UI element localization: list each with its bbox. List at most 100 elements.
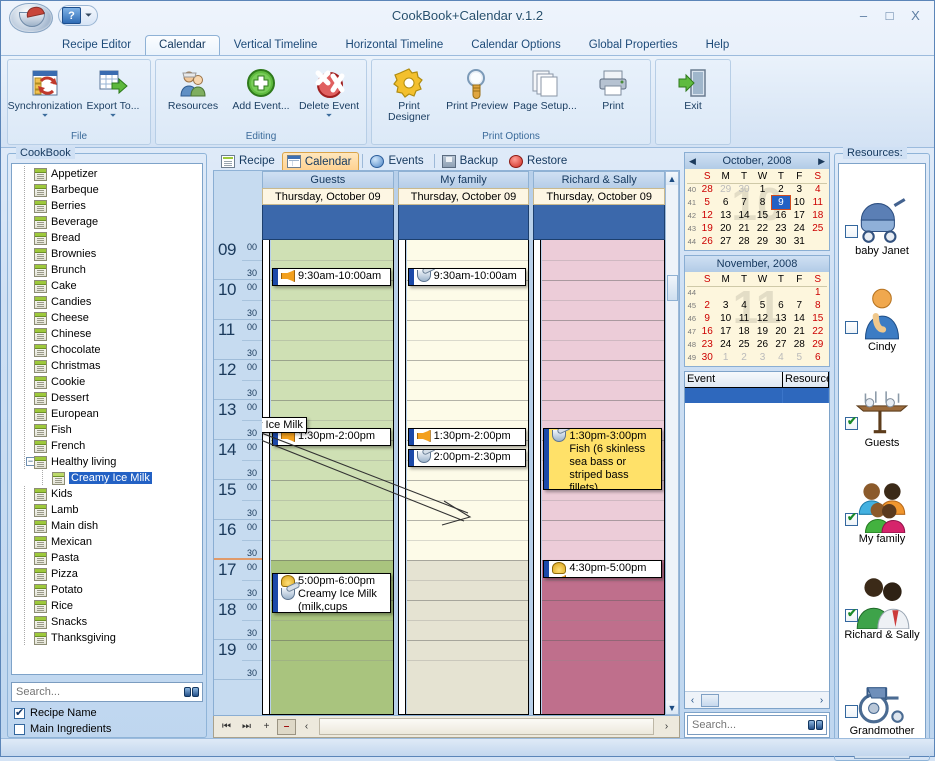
event-column-header[interactable]: Event — [685, 372, 783, 388]
recipe-tree[interactable]: AppetizerBarbequeBerriesBeverageBreadBro… — [11, 163, 203, 675]
tree-item[interactable]: Fish — [12, 422, 202, 438]
calendar-day-cell[interactable]: 5 — [753, 299, 771, 312]
calendar-day-cell[interactable]: 27 — [772, 338, 790, 351]
ribbon-tab-calendar[interactable]: Calendar — [145, 35, 220, 55]
tree-item[interactable]: Main dish — [12, 518, 202, 534]
resource-item[interactable]: baby Janet — [839, 164, 925, 260]
calendar-day-cell[interactable]: 17 — [716, 325, 734, 338]
ribbon-button-resources[interactable]: Resources — [160, 63, 226, 112]
column-time-slots[interactable]: 9:30am-10:00am1:30pm-2:00pm2:00pm-2:30pm — [398, 240, 530, 715]
calendar-day-cell[interactable]: 5 — [698, 196, 716, 209]
tree-item[interactable]: Barbeque — [12, 182, 202, 198]
resource-column-header[interactable]: Resource — [783, 372, 829, 388]
column-date-header[interactable]: Thursday, October 09 — [398, 188, 530, 205]
calendar-day-cell[interactable]: 4 — [809, 183, 827, 196]
all-day-area[interactable] — [398, 205, 530, 240]
calendar-event[interactable]: 1:30pm-2:00pm — [408, 428, 527, 446]
calendar-day-cell[interactable]: 16 — [772, 209, 790, 222]
tree-item[interactable]: Christmas — [12, 358, 202, 374]
ribbon-button-print[interactable]: Print — [580, 63, 646, 112]
all-day-area[interactable] — [262, 205, 394, 240]
tree-item[interactable]: Chocolate — [12, 342, 202, 358]
calendar-day-cell[interactable]: 6 — [772, 299, 790, 312]
calendar-day-cell[interactable]: 27 — [716, 235, 734, 248]
resource-item[interactable]: My family — [839, 452, 925, 548]
column-time-slots[interactable]: 9:30am-10:00am1:30pm-2:00pm5:00pm-6:00pm… — [262, 240, 394, 715]
go-first-button[interactable]: ⏮ — [217, 719, 236, 735]
scroll-down-icon[interactable]: ▼ — [666, 701, 678, 714]
calendar-day-cell[interactable]: 29 — [716, 183, 734, 196]
ribbon-button-print-preview[interactable]: Print Preview — [444, 63, 510, 112]
resource-column-title[interactable]: My family — [398, 171, 530, 188]
go-last-button[interactable]: ⏭ — [237, 719, 256, 735]
tree-item[interactable]: Dessert — [12, 390, 202, 406]
tree-item[interactable]: Mexican — [12, 534, 202, 550]
calendar-day-cell[interactable]: 5 — [790, 351, 808, 364]
calendar-day-cell[interactable]: 15 — [753, 209, 771, 222]
calendar-day-cell[interactable]: 15 — [809, 312, 827, 325]
calendar-day-cell[interactable]: 13 — [772, 312, 790, 325]
tree-item[interactable]: Potato — [12, 582, 202, 598]
add-column-button[interactable]: + — [257, 719, 276, 735]
calendar-day-cell[interactable]: 10 — [790, 196, 808, 209]
chevron-down-icon[interactable]: ⏷ — [326, 112, 332, 120]
filter-main-ingredients[interactable]: Main Ingredients — [8, 721, 206, 737]
calendar-day-cell[interactable]: 2 — [772, 183, 790, 196]
calendar-day-cell[interactable]: 23 — [772, 222, 790, 235]
ribbon-button-export-to[interactable]: Export To...⏷ — [80, 63, 146, 120]
remove-column-button[interactable]: – — [277, 719, 296, 735]
calendar-day-cell[interactable]: 30 — [735, 183, 753, 196]
tree-item[interactable]: Appetizer — [12, 166, 202, 182]
resources-list[interactable]: baby JanetCindyGuestsMy familyRichard & … — [838, 163, 926, 741]
checkbox[interactable] — [14, 724, 25, 735]
calendar-day-cell[interactable]: 26 — [753, 338, 771, 351]
prev-month-icon[interactable]: ◀ — [689, 156, 696, 167]
resource-checkbox[interactable] — [845, 609, 858, 622]
calendar-day-cell[interactable]: 18 — [809, 209, 827, 222]
calendar-day-cell[interactable] — [698, 286, 716, 299]
calendar-day-cell[interactable]: 25 — [735, 338, 753, 351]
ribbon-tab-horizontal-timeline[interactable]: Horizontal Timeline — [331, 35, 457, 55]
calendar-day-cell[interactable]: 13 — [716, 209, 734, 222]
tree-item[interactable]: −Healthy living — [12, 454, 202, 470]
calendar-day-cell[interactable]: 31 — [790, 235, 808, 248]
resource-checkbox[interactable] — [845, 225, 858, 238]
tree-item[interactable]: Thanksgiving — [12, 630, 202, 646]
calendar-day-cell[interactable]: 8 — [753, 196, 771, 209]
calendar-day-cell[interactable]: 8 — [809, 299, 827, 312]
calendar-day-cell[interactable]: 7 — [735, 196, 753, 209]
calendar-day-cell[interactable]: 1 — [753, 183, 771, 196]
view-tab-recipe[interactable]: Recipe — [217, 152, 282, 170]
column-time-slots[interactable]: 1:30pm-3:00pmFish (6 skinless sea bass o… — [533, 240, 665, 715]
chevron-down-icon[interactable]: ⏷ — [110, 112, 116, 120]
calendar-day-cell[interactable]: 28 — [698, 183, 716, 196]
calendar-day-cell[interactable]: 11 — [809, 196, 827, 209]
search-binoculars-icon[interactable] — [182, 684, 201, 699]
checkbox[interactable] — [14, 708, 25, 719]
tree-item[interactable]: European — [12, 406, 202, 422]
calendar-day-cell[interactable]: 25 — [809, 222, 827, 235]
tree-item[interactable]: Kids — [12, 486, 202, 502]
calendar-day-cell[interactable]: 28 — [735, 235, 753, 248]
scroll-right-button[interactable]: › — [657, 719, 676, 735]
calendar-day-cell[interactable] — [809, 235, 827, 248]
calendar-event[interactable]: 5:00pm-6:00pmCreamy Ice Milk (milk,cups — [272, 573, 391, 613]
calendar-event[interactable]: 9:30am-10:00am — [408, 268, 527, 286]
resource-column-title[interactable]: Richard & Sally — [533, 171, 665, 188]
calendar-day-cell[interactable]: 14 — [735, 209, 753, 222]
ribbon-button-add-event[interactable]: Add Event... — [228, 63, 294, 112]
calendar-day-cell[interactable]: 9 — [698, 312, 716, 325]
calendar-day-cell[interactable]: 1 — [809, 286, 827, 299]
calendar-day-cell[interactable]: 23 — [698, 338, 716, 351]
calendar-day-cell[interactable]: 16 — [698, 325, 716, 338]
column-date-header[interactable]: Thursday, October 09 — [533, 188, 665, 205]
tree-item[interactable]: Brunch — [12, 262, 202, 278]
ribbon-button-delete-event[interactable]: Delete Event⏷ — [296, 63, 362, 120]
calendar-day-cell[interactable]: 19 — [698, 222, 716, 235]
calendar-day-cell[interactable]: 14 — [790, 312, 808, 325]
ribbon-button-exit[interactable]: Exit — [660, 63, 726, 112]
tree-item[interactable]: Brownies — [12, 246, 202, 262]
calendar-day-cell[interactable]: 11 — [735, 312, 753, 325]
calendar-day-cell[interactable]: 28 — [790, 338, 808, 351]
event-list-hscrollbar[interactable]: ‹ › — [685, 691, 829, 708]
